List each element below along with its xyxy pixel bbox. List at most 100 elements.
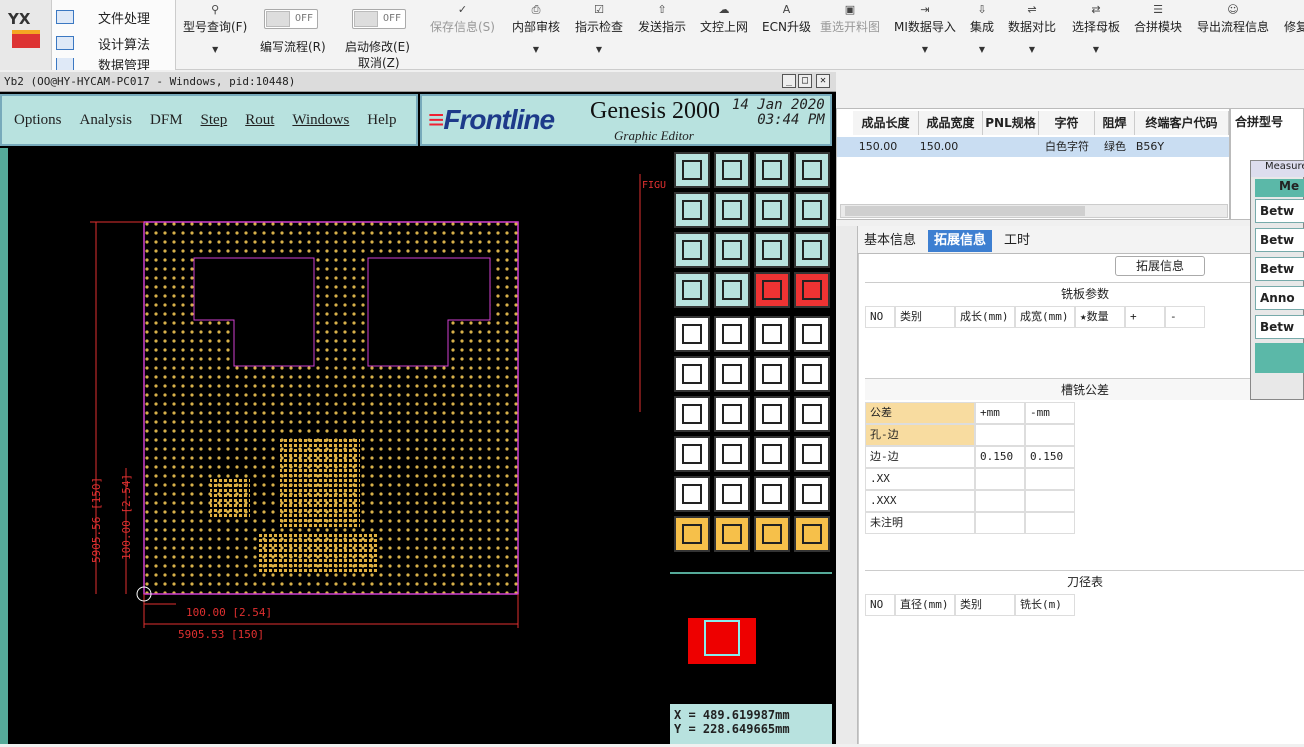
measure-between-item[interactable]: Betw — [1255, 199, 1304, 223]
tool-button[interactable] — [674, 192, 710, 228]
measure-annotation-item[interactable]: Anno — [1255, 286, 1304, 310]
tool-button[interactable] — [674, 272, 710, 308]
tool-button[interactable] — [794, 192, 830, 228]
ruler-icon[interactable] — [754, 316, 790, 352]
doc-control-button[interactable]: ☁ 文控上网 — [700, 4, 748, 35]
overview-viewport[interactable] — [704, 620, 740, 656]
tool-button[interactable] — [674, 396, 710, 432]
tool-button[interactable] — [754, 396, 790, 432]
tool-button[interactable] — [794, 152, 830, 188]
maximize-button[interactable]: □ — [798, 74, 812, 88]
tool-button[interactable] — [794, 356, 830, 392]
home-icon[interactable] — [754, 152, 790, 188]
tool-button[interactable] — [674, 232, 710, 268]
tab-work-hours[interactable]: 工时 — [998, 230, 1036, 252]
menu-analysis[interactable]: Analysis — [80, 112, 133, 129]
nav-data-management[interactable]: 数据管理 — [56, 58, 172, 70]
cancel-button[interactable]: 取消(Z) — [358, 54, 400, 71]
menu-step[interactable]: Step — [201, 112, 228, 129]
tool-button[interactable] — [754, 356, 790, 392]
tool-button[interactable] — [714, 476, 750, 512]
tool-button[interactable] — [714, 396, 750, 432]
tool-button[interactable] — [714, 272, 750, 308]
tol-input[interactable] — [975, 468, 1025, 490]
tool-button[interactable] — [714, 192, 750, 228]
menu-windows[interactable]: Windows — [292, 112, 349, 129]
minimize-button[interactable]: _ — [782, 74, 796, 88]
tool-button[interactable] — [794, 396, 830, 432]
scale-icon[interactable] — [754, 232, 790, 268]
reselect-cutting-button[interactable]: ▣ 重选开料图 — [820, 4, 880, 35]
write-flow-toggle[interactable]: OFF — [264, 9, 318, 29]
send-instruction-button[interactable]: ⇧ 发送指示 — [638, 4, 686, 35]
tol-input[interactable] — [1025, 424, 1075, 446]
menu-rout[interactable]: Rout — [245, 112, 274, 129]
tool-button[interactable] — [754, 192, 790, 228]
merge-module-button[interactable]: ☰ 合拼模块 — [1134, 4, 1182, 35]
toolbar-label: 合拼模块 — [1134, 20, 1183, 34]
pointer-icon[interactable] — [674, 516, 710, 552]
remove-row-button[interactable]: - — [1165, 306, 1205, 328]
tool-button[interactable] — [714, 356, 750, 392]
overview-map[interactable] — [670, 572, 832, 686]
mi-import-button[interactable]: ⇥ MI数据导入 ▼ — [894, 4, 956, 55]
tool-button[interactable] — [794, 476, 830, 512]
tool-button[interactable] — [714, 436, 750, 472]
menu-options[interactable]: Options — [14, 112, 62, 129]
tol-input[interactable] — [975, 512, 1025, 534]
menu-help[interactable]: Help — [367, 112, 396, 129]
tool-button[interactable] — [714, 152, 750, 188]
graphic-canvas[interactable]: 100.00 [2.54] 5905.53 [150] 5905.56 [150… — [0, 148, 670, 744]
repair-button[interactable]: ​ 修复 — [1284, 4, 1304, 35]
tool-button[interactable] — [794, 436, 830, 472]
tool-button[interactable] — [794, 316, 830, 352]
tool-button[interactable] — [674, 152, 710, 188]
close-button[interactable]: ✕ — [816, 74, 830, 88]
help-icon[interactable] — [794, 232, 830, 268]
tool-button[interactable] — [714, 316, 750, 352]
pointer-icon[interactable] — [714, 516, 750, 552]
tab-basic-info[interactable]: 基本信息 — [858, 230, 922, 252]
nav-file-processing[interactable]: 文件处理 — [56, 6, 172, 28]
header-type: 类别 — [955, 594, 1015, 616]
tol-input[interactable]: 0.150 — [1025, 446, 1075, 468]
tool-button[interactable] — [754, 272, 790, 308]
tool-button[interactable] — [754, 476, 790, 512]
save-info-button[interactable]: ✓ 保存信息(S) — [430, 4, 495, 35]
model-query-button[interactable]: ⚲ 型号查询(F) ▼ — [183, 4, 247, 55]
select-mother-board-button[interactable]: ⇄ 选择母板 ▼ — [1072, 4, 1120, 55]
measure-between-item[interactable]: Betw — [1255, 315, 1304, 339]
tool-button[interactable] — [714, 232, 750, 268]
tab-extended-info[interactable]: 拓展信息 — [928, 230, 993, 252]
add-row-button[interactable]: + — [1125, 306, 1165, 328]
tool-button[interactable] — [674, 476, 710, 512]
internal-review-button[interactable]: ⎙ 内部审核 ▼ — [512, 4, 560, 55]
pointer-icon[interactable] — [754, 516, 790, 552]
ecn-upgrade-button[interactable]: A ECN升级 — [762, 4, 811, 35]
data-compare-button[interactable]: ⇌ 数据对比 ▼ — [1008, 4, 1056, 55]
integrate-button[interactable]: ⇩ 集成 ▼ — [970, 4, 994, 55]
scroll-thumb[interactable] — [845, 206, 1085, 216]
start-modify-toggle[interactable]: OFF — [352, 9, 406, 29]
tol-input[interactable] — [975, 424, 1025, 446]
nav-design-algorithm[interactable]: 设计算法 — [56, 32, 172, 54]
horizontal-scrollbar[interactable] — [840, 204, 1228, 218]
tol-input[interactable] — [1025, 512, 1075, 534]
small-v-dim: 100.00 [2.54] — [120, 474, 133, 560]
tol-input[interactable] — [1025, 490, 1075, 512]
tol-input[interactable] — [1025, 468, 1075, 490]
pointer-icon[interactable] — [794, 516, 830, 552]
tol-input[interactable] — [975, 490, 1025, 512]
instruction-check-button[interactable]: ☑ 指示检查 ▼ — [575, 4, 623, 55]
tool-button[interactable] — [674, 356, 710, 392]
splitter[interactable] — [836, 226, 858, 744]
tol-input[interactable]: 0.150 — [975, 446, 1025, 468]
tool-button[interactable] — [674, 436, 710, 472]
tool-button[interactable] — [794, 272, 830, 308]
menu-dfm[interactable]: DFM — [150, 112, 183, 129]
export-flow-button[interactable]: ☺ 导出流程信息 — [1197, 4, 1269, 35]
measure-between-item[interactable]: Betw — [1255, 228, 1304, 252]
tool-button[interactable] — [674, 316, 710, 352]
measure-between-item[interactable]: Betw — [1255, 257, 1304, 281]
tool-button[interactable] — [754, 436, 790, 472]
